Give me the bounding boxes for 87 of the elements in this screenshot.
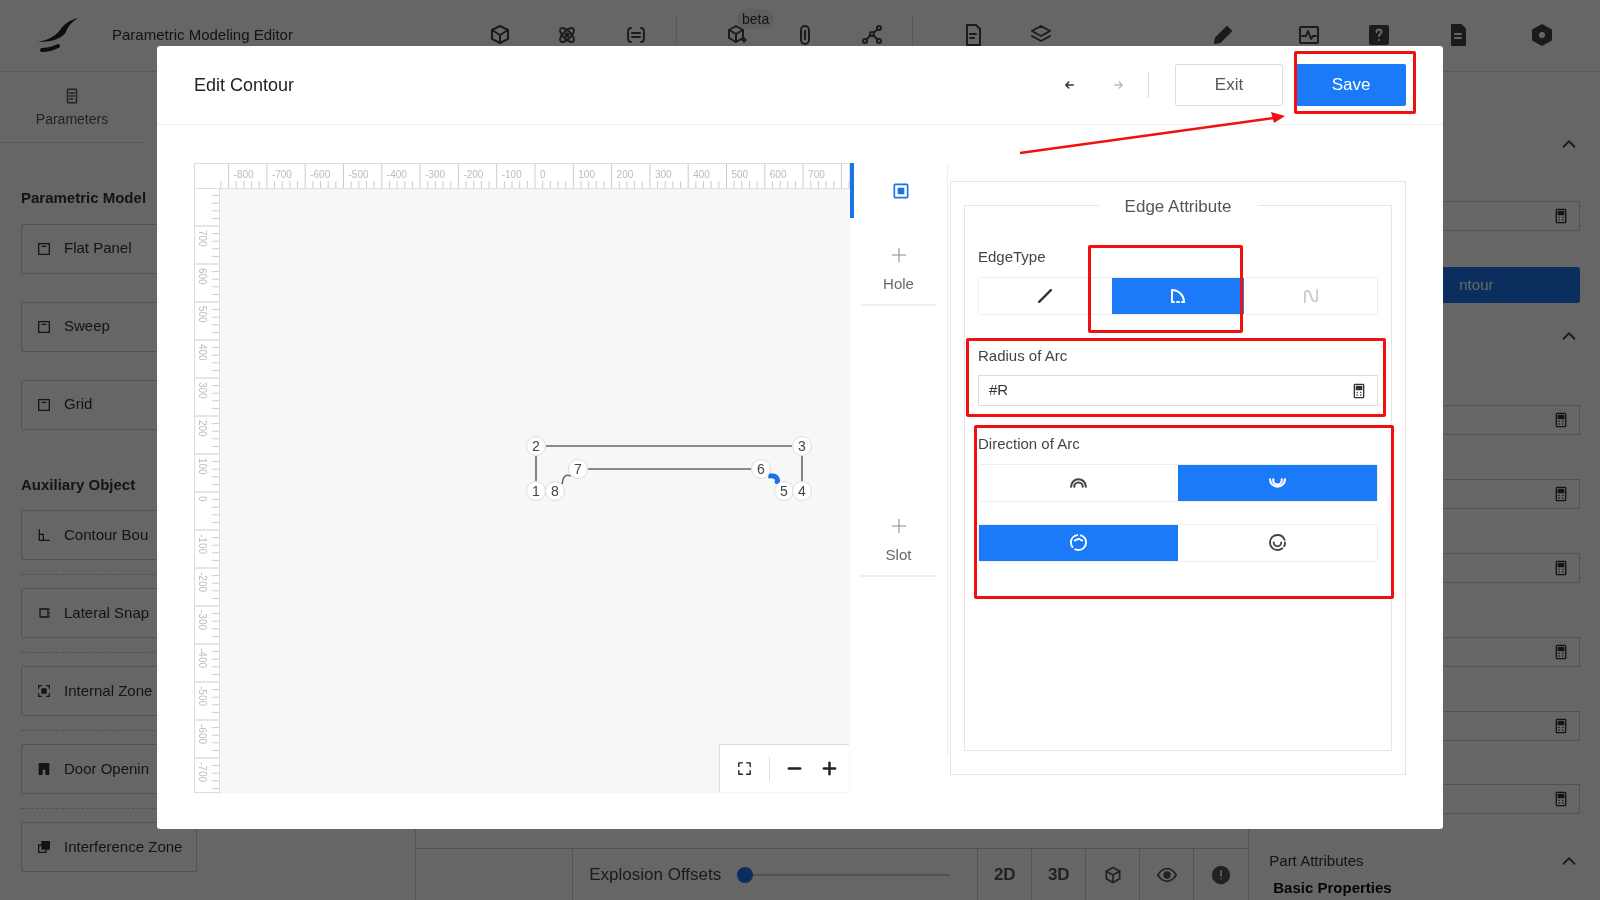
ruler-label: 0 <box>197 496 208 502</box>
model-item[interactable]: Interference Zone <box>21 822 197 872</box>
ruler-label: -700 <box>197 762 208 782</box>
ruler-label: 700 <box>808 169 825 180</box>
ruler-label: 100 <box>197 458 208 475</box>
ruler-label: 300 <box>654 169 672 180</box>
contour-node[interactable]: 7 <box>568 459 588 479</box>
calculator-icon[interactable] <box>1351 382 1367 399</box>
edge-type-option[interactable] <box>1111 277 1245 314</box>
slider-thumb[interactable] <box>737 866 754 883</box>
hexagon-icon[interactable] <box>1530 23 1554 47</box>
contour-node[interactable]: 5 <box>774 481 794 501</box>
ruler-label: -400 <box>386 169 407 180</box>
nodes-icon[interactable] <box>860 23 884 47</box>
ruler-label: -600 <box>310 169 331 180</box>
direction-option[interactable] <box>979 524 1178 561</box>
contour-node[interactable]: 6 <box>751 459 771 479</box>
ruler-label: 500 <box>197 306 208 323</box>
section-title: Parametric Model <box>21 188 148 208</box>
panel-icon <box>36 318 52 335</box>
door-icon <box>36 761 52 777</box>
panel-icon <box>36 396 52 413</box>
panel-icon <box>36 240 52 257</box>
contour-icon <box>36 527 52 543</box>
ruler-label: -600 <box>197 724 208 744</box>
slider-label: Explosion Offsets <box>589 863 722 886</box>
zone-icon <box>36 683 52 699</box>
contour-canvas[interactable]: 2 3 7 6 1 8 5 4 <box>220 189 850 793</box>
app-title: Parametric Modeling Editor <box>112 25 293 46</box>
add-tool[interactable]: Slot <box>861 507 936 577</box>
ruler-label: -500 <box>197 686 208 706</box>
direction-option[interactable] <box>1178 464 1377 501</box>
beta-badge: beta <box>737 9 775 29</box>
ruler-label: -200 <box>197 572 208 592</box>
ruler-label: -700 <box>271 169 292 180</box>
rotate-icon <box>1070 534 1087 551</box>
contour-node[interactable]: 2 <box>526 436 546 456</box>
help-icon[interactable] <box>1367 23 1391 47</box>
field-label: EdgeType <box>978 247 1047 267</box>
overlap-icon <box>36 839 52 855</box>
cup-icon <box>1269 477 1286 488</box>
alert-icon[interactable] <box>1211 864 1232 885</box>
section-title: Part Attributes <box>1269 851 1364 871</box>
ruler-label: 400 <box>693 169 710 180</box>
ruler-label: -300 <box>425 169 446 180</box>
ruler-label: 300 <box>197 382 208 399</box>
ruler-label: 700 <box>197 230 208 247</box>
ruler-label: -100 <box>197 534 208 554</box>
curve-icon <box>1303 288 1318 303</box>
cube-grid-icon[interactable] <box>488 23 512 47</box>
ruler-label: 600 <box>197 268 208 285</box>
ruler-label: 600 <box>769 169 787 180</box>
fullscreen-icon[interactable] <box>736 760 753 777</box>
ruler-label: 0 <box>540 169 546 180</box>
exit-button[interactable]: Exit <box>1175 64 1283 106</box>
contour-node[interactable]: 3 <box>792 436 812 456</box>
line-icon <box>1038 288 1053 303</box>
field-label: Direction of Arc <box>978 434 1081 454</box>
subsection-title: Basic Properties <box>1273 877 1393 898</box>
radius-field[interactable]: #R <box>978 375 1378 406</box>
zoom-in-icon[interactable] <box>821 760 838 777</box>
dialog-title: Edit Contour <box>194 73 295 97</box>
section-title: Auxiliary Object <box>21 474 137 495</box>
ruler-label: 100 <box>578 169 595 180</box>
snap-frame-icon <box>36 605 52 621</box>
rotate-cup-icon <box>1269 534 1286 551</box>
ruler-label: -500 <box>348 169 369 180</box>
ruler-label: -200 <box>463 169 484 180</box>
save-button[interactable]: Save <box>1296 64 1406 106</box>
field-label: Radius of Arc <box>978 345 1069 366</box>
ruler-label: -300 <box>197 610 208 630</box>
ruler-label: 200 <box>616 169 634 180</box>
ruler-label: -100 <box>501 169 522 180</box>
chart-icon[interactable] <box>1297 23 1321 47</box>
ruler-label: 200 <box>197 420 208 437</box>
ruler-label: 500 <box>731 169 749 180</box>
arc-icon <box>1171 288 1185 303</box>
contour-node[interactable]: 1 <box>526 481 546 501</box>
ruler-label: -400 <box>197 648 208 668</box>
contour-node[interactable]: 4 <box>792 481 812 501</box>
cube-icon[interactable] <box>1102 864 1123 885</box>
arch-icon <box>1070 477 1087 488</box>
ruler-label: -800 <box>233 169 254 180</box>
contour-node[interactable]: 8 <box>545 481 565 501</box>
arc-edge[interactable] <box>768 473 780 485</box>
ruler-label: 400 <box>197 344 208 361</box>
add-tool[interactable]: Hole <box>861 236 936 306</box>
